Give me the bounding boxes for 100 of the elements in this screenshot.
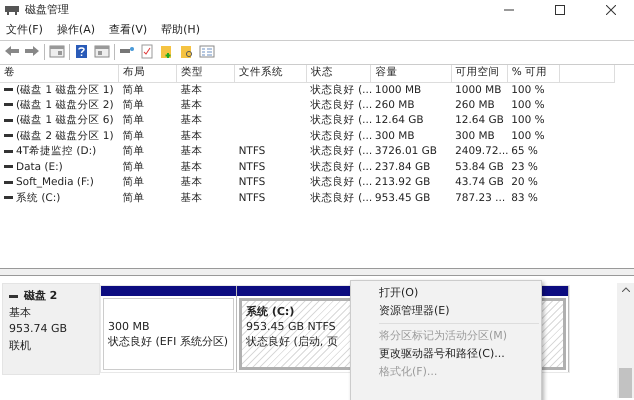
disk-drive-icon — [4, 4, 20, 16]
menu-item[interactable]: 帮助(H) — [161, 22, 200, 38]
table-cell: 基本 — [180, 160, 202, 173]
table-cell: 100 % — [511, 130, 545, 142]
partition-detail: 953.45 GB NTFS — [246, 319, 336, 334]
table-cell: 83 % — [511, 192, 538, 204]
panel-icon[interactable] — [94, 44, 110, 59]
table-cell: 系统 (C:) — [16, 192, 60, 204]
volume-icon — [4, 134, 13, 138]
table-cell: 状态良好 (... — [310, 192, 372, 204]
table-cell: 简单 — [122, 114, 144, 126]
table-cell: NTFS — [238, 160, 266, 173]
table-cell: 状态良好 (... — [310, 84, 372, 96]
table-cell: 100 % — [511, 114, 545, 126]
partition-detail: 状态良好 (启动, 页 — [246, 334, 338, 349]
table-cell: 1000 MB — [374, 84, 422, 96]
table-cell: 300 MB — [455, 130, 495, 142]
menu-item[interactable]: 文件(F) — [6, 22, 43, 38]
checklist-icon[interactable] — [139, 44, 155, 59]
table-cell: 基本 — [180, 145, 202, 158]
column-header[interactable]: 文件系统 — [234, 65, 307, 82]
properties-icon[interactable] — [199, 44, 215, 59]
table-cell: 300 MB — [374, 130, 415, 142]
partition-area[interactable]: 300 MB 状态良好 (EFI 系统分区) — [103, 298, 234, 370]
table-cell: 260 MB — [374, 98, 415, 111]
table-cell: (磁盘 2 磁盘分区 1) — [16, 130, 114, 142]
disk-detail: 953.74 GB — [9, 321, 68, 337]
table-cell: 12.64 GB — [455, 114, 504, 126]
partition-label: 系统 (C:) — [246, 304, 294, 319]
table-cell: 状态良好 (... — [310, 98, 372, 111]
column-header[interactable]: 容量 — [370, 65, 452, 82]
volume-icon — [4, 103, 13, 106]
volume-icon — [4, 180, 13, 184]
table-cell: 状态良好 (... — [310, 176, 372, 188]
table-cell: 100 % — [511, 98, 545, 111]
column-header[interactable]: 卷 — [0, 65, 118, 82]
table-cell: 基本 — [180, 130, 202, 142]
table-cell: Soft_Media (F:) — [16, 176, 94, 188]
table-cell: 787.23 ... — [455, 192, 506, 204]
table-cell: 1000 MB — [455, 84, 502, 96]
maximize-icon — [555, 5, 565, 15]
table-cell: 简单 — [122, 145, 144, 158]
table-cell: 状态良好 (... — [310, 160, 372, 173]
table-cell: 2409.72... — [455, 145, 509, 158]
table-cell: 100 % — [511, 84, 545, 96]
scrollbar-thumb[interactable] — [619, 368, 632, 398]
table-cell: (磁盘 1 磁盘分区 2) — [16, 98, 114, 111]
column-header[interactable]: 状态 — [306, 65, 371, 82]
table-cell: NTFS — [238, 176, 266, 188]
table-cell: 简单 — [122, 192, 144, 204]
disk-detail: 基本 — [9, 304, 32, 320]
table-cell: 状态良好 (... — [310, 145, 372, 158]
table-cell: 4T希捷监控 (D:) — [16, 145, 96, 158]
column-header[interactable]: 类型 — [176, 65, 235, 82]
table-cell: 23 % — [511, 160, 538, 173]
table-cell: 53.84 GB — [455, 160, 504, 173]
disk-name: 磁盘 2 — [24, 288, 58, 304]
scroll-up-icon — [622, 287, 630, 292]
volume-icon — [4, 165, 13, 168]
folder-search-icon[interactable] — [179, 44, 195, 59]
table-cell: 状态良好 (... — [310, 114, 372, 126]
window-title: 磁盘管理 — [25, 2, 69, 18]
menu-item[interactable]: 操作(A) — [56, 22, 96, 38]
table-cell: 基本 — [180, 98, 202, 111]
volume-icon — [4, 88, 13, 92]
table-cell: 基本 — [180, 84, 202, 96]
back-arrow-icon[interactable] — [4, 44, 20, 59]
table-cell: 260 MB — [455, 98, 495, 111]
splitter-bar[interactable] — [0, 269, 634, 276]
table-cell: 213.92 GB — [374, 176, 430, 188]
menu-item[interactable]: 更改驱动器号和路径(C)... — [351, 345, 541, 363]
table-cell: 简单 — [122, 130, 144, 142]
table-cell: 65 % — [511, 145, 538, 158]
column-header[interactable]: 可用空间 — [451, 65, 508, 82]
menu-item[interactable]: 查看(V) — [109, 22, 148, 38]
table-cell: 3726.01 GB — [374, 145, 437, 158]
column-header[interactable]: % 可用 — [507, 65, 560, 82]
partition-detail: 状态良好 (EFI 系统分区) — [108, 334, 228, 349]
table-cell: NTFS — [238, 145, 266, 158]
partition-detail: 300 MB — [108, 319, 150, 334]
scrollbar[interactable] — [617, 283, 634, 398]
table-cell: 状态良好 (... — [310, 130, 372, 142]
menu-item[interactable]: 打开(O) — [351, 284, 541, 302]
table-cell: (磁盘 1 磁盘分区 1) — [16, 84, 114, 96]
table-cell: 基本 — [180, 114, 202, 126]
table-cell: Data (E:) — [16, 160, 63, 173]
table-cell: 20 % — [511, 176, 538, 188]
forward-arrow-icon[interactable] — [24, 44, 40, 59]
table-cell: 237.84 GB — [374, 160, 430, 173]
table-cell: 12.64 GB — [374, 114, 424, 126]
table-cell: 43.74 GB — [455, 176, 504, 188]
help-icon[interactable] — [74, 44, 90, 59]
table-cell: 953.45 GB — [374, 192, 430, 204]
table-cell: (磁盘 1 磁盘分区 6) — [16, 114, 114, 126]
panel-icon[interactable] — [49, 44, 65, 59]
table-cell: 简单 — [122, 98, 144, 111]
menu-item[interactable]: 资源管理器(E) — [351, 302, 541, 320]
table-cell: NTFS — [238, 192, 266, 204]
column-header[interactable]: 布局 — [118, 65, 176, 82]
disk-detail: 联机 — [9, 338, 32, 354]
